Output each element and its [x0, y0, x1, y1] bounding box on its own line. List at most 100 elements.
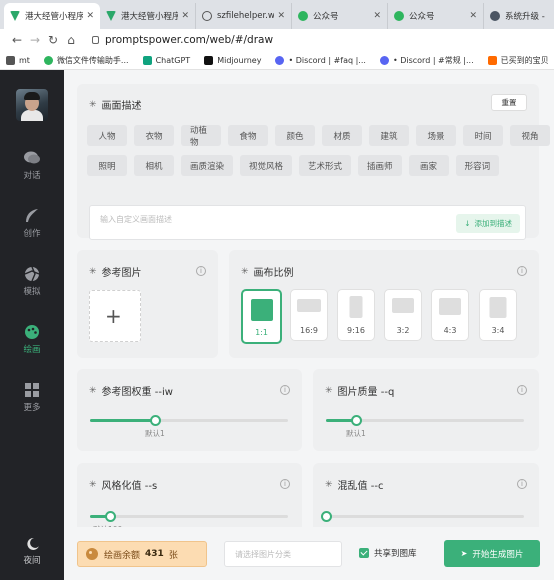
ratio-label: 16:9 — [300, 326, 318, 335]
image-category-select[interactable]: 请选择图片分类 — [224, 541, 342, 567]
ratio-option-3-4[interactable]: 3:4 — [479, 289, 517, 341]
iw-slider[interactable] — [90, 415, 288, 426]
info-icon[interactable]: i — [517, 385, 527, 395]
close-icon[interactable]: ✕ — [373, 11, 381, 21]
vue-icon — [10, 11, 20, 21]
tag[interactable]: 形容词 — [455, 155, 500, 176]
draw-panel: ✳ 画面描述 重置 人物 衣物 动植物 食物 颜色 材质 建筑 场景 时间 视角… — [64, 70, 554, 580]
sidebar-item-simulate[interactable]: 模拟 — [0, 266, 64, 297]
reset-button[interactable]: 重置 — [491, 94, 527, 111]
tag[interactable]: 食物 — [228, 125, 268, 146]
info-icon[interactable]: i — [517, 479, 527, 489]
slider-handle[interactable] — [350, 415, 362, 426]
info-icon[interactable]: i — [196, 266, 206, 276]
slider-handle[interactable] — [150, 415, 162, 426]
browser-tab[interactable]: 系统升级 - ✕ — [484, 3, 554, 29]
bookmark-item[interactable]: 已买到的宝贝 — [487, 55, 549, 66]
generate-label: 开始生成图片 — [472, 549, 524, 560]
info-icon[interactable]: i — [517, 266, 527, 276]
checkbox-checked-icon[interactable] — [359, 548, 369, 558]
sidebar-item-chat[interactable]: 对话 — [0, 150, 64, 181]
app-sidebar: 对话 创作 模拟 绘画 更多 夜间 — [0, 70, 64, 580]
chat-icon — [24, 151, 40, 164]
info-icon[interactable]: i — [280, 385, 290, 395]
chaos-slider[interactable] — [321, 511, 524, 522]
tab-title: 港大经管小程序 — [121, 12, 179, 22]
bookmark-item[interactable]: 微信文件传输助手... — [43, 55, 129, 66]
custom-description-input[interactable]: 输入自定义画面描述 ↓ 添加到描述 — [89, 205, 526, 240]
sidebar-item-more[interactable]: 更多 — [0, 382, 64, 413]
tab-title: szfilehelper.w — [217, 11, 275, 21]
night-mode-label: 夜间 — [23, 556, 41, 566]
bookmark-item[interactable]: • Discord | #faq |... — [275, 55, 366, 65]
avatar[interactable] — [16, 89, 48, 121]
browser-tab[interactable]: 港大经管小程序 ✕ — [4, 3, 100, 29]
share-to-gallery-checkbox[interactable]: 共享到图库 — [359, 547, 417, 559]
add-to-description-button[interactable]: ↓ 添加到描述 — [456, 214, 520, 233]
close-icon[interactable]: ✕ — [277, 11, 285, 21]
night-mode-toggle[interactable]: 夜间 — [0, 537, 64, 566]
sync-icon — [202, 11, 212, 21]
ratio-option-9-16[interactable]: 9:16 — [337, 289, 375, 341]
sidebar-item-label: 更多 — [23, 403, 41, 413]
plus-icon: + — [105, 304, 122, 328]
tag[interactable]: 视角 — [510, 125, 550, 146]
tag[interactable]: 建筑 — [369, 125, 409, 146]
reference-title: 参考图片 — [101, 268, 142, 279]
browser-tab[interactable]: 公众号 ✕ — [292, 3, 388, 29]
ratio-option-3-2[interactable]: 3:2 — [384, 289, 422, 341]
upload-image-button[interactable]: + — [89, 290, 141, 342]
sidebar-item-label: 模拟 — [23, 287, 41, 297]
bookmark-item[interactable]: ChatGPT — [142, 55, 190, 65]
browser-tab[interactable]: 公众号 ✕ — [388, 3, 484, 29]
sidebar-item-label: 绘画 — [23, 345, 41, 355]
tag[interactable]: 艺术形式 — [299, 155, 352, 176]
close-icon[interactable]: ✕ — [181, 11, 189, 21]
tag[interactable]: 相机 — [134, 155, 174, 176]
close-icon[interactable]: ✕ — [469, 11, 477, 21]
iw-default-label: 默认1 — [145, 429, 165, 438]
bookmark-item[interactable]: mt — [6, 55, 30, 65]
bookmark-item[interactable]: Midjourney — [204, 55, 262, 65]
tag[interactable]: 场景 — [416, 125, 456, 146]
tag[interactable]: 插画师 — [358, 155, 402, 176]
sidebar-item-create[interactable]: 创作 — [0, 208, 64, 239]
sidebar-item-draw[interactable]: 绘画 — [0, 324, 64, 355]
tag[interactable]: 材质 — [322, 125, 362, 146]
ratio-preview — [439, 298, 461, 315]
canvas-ratio-card: ✳ 画布比例 i 1:1 16:9 9:16 3:2 4:3 3:4 — [229, 250, 539, 358]
bookmark-label: 已买到的宝贝 — [500, 55, 549, 65]
tag[interactable]: 画质渲染 — [181, 155, 234, 176]
slider-handle[interactable] — [321, 511, 332, 522]
tag[interactable]: 颜色 — [275, 125, 315, 146]
ratio-option-16-9[interactable]: 16:9 — [290, 289, 328, 341]
tag[interactable]: 视觉风格 — [240, 155, 293, 176]
back-icon[interactable]: ← — [8, 33, 26, 47]
ratio-option-4-3[interactable]: 4:3 — [431, 289, 469, 341]
ratio-label: 3:4 — [491, 326, 505, 335]
tag[interactable]: 动植物 — [181, 125, 221, 148]
home-icon[interactable]: ⌂ — [62, 33, 80, 47]
browser-tab[interactable]: szfilehelper.w ✕ — [196, 3, 292, 29]
browser-tab[interactable]: 港大经管小程序 ✕ — [100, 3, 196, 29]
tag[interactable]: 画家 — [408, 155, 449, 176]
tag[interactable]: 人物 — [87, 125, 127, 146]
ratio-option-1-1[interactable]: 1:1 — [241, 289, 282, 344]
forward-icon[interactable]: → — [26, 33, 44, 47]
tag[interactable]: 时间 — [463, 125, 503, 146]
reload-icon[interactable]: ↻ — [44, 33, 62, 47]
stylize-slider[interactable] — [90, 511, 288, 522]
slider-handle[interactable] — [104, 511, 116, 522]
tag[interactable]: 衣物 — [134, 125, 174, 146]
close-icon[interactable]: ✕ — [86, 11, 94, 21]
generate-image-button[interactable]: ➤ 开始生成图片 — [444, 540, 540, 567]
add-button-label: 添加到描述 — [474, 219, 513, 228]
card-title: ✳ 图片质量 --q — [325, 383, 394, 399]
bookmark-item[interactable]: • Discord | #常规 |... — [379, 55, 474, 66]
info-icon[interactable]: i — [280, 479, 290, 489]
description-card: ✳ 画面描述 重置 人物 衣物 动植物 食物 颜色 材质 建筑 场景 时间 视角… — [77, 84, 550, 240]
tag[interactable]: 照明 — [87, 155, 127, 176]
bookmark-label: Midjourney — [217, 55, 262, 65]
url-field[interactable]: promptspower.com/web/#/draw — [92, 34, 273, 46]
quality-slider[interactable] — [326, 415, 524, 426]
